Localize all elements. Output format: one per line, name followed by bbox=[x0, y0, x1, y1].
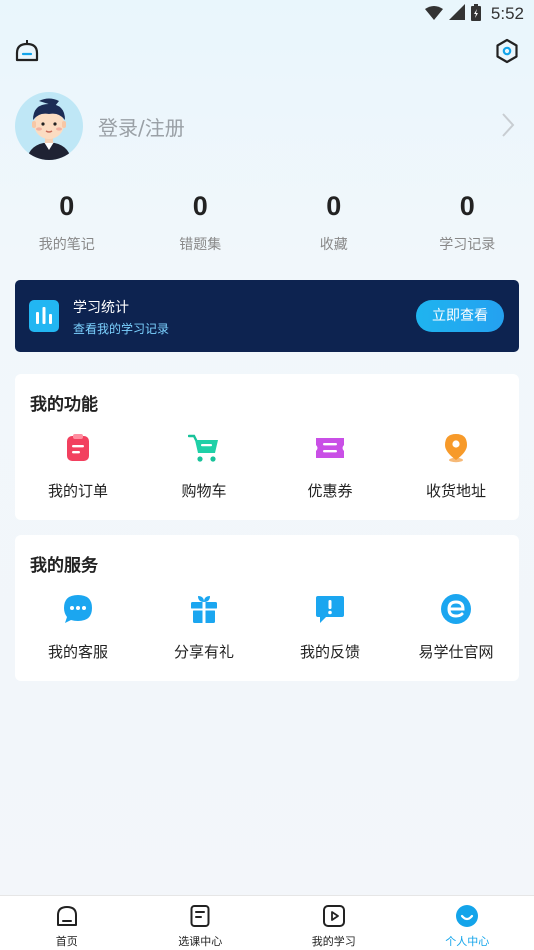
order-icon bbox=[62, 432, 94, 464]
feedback-icon bbox=[314, 593, 346, 625]
login-register-link[interactable]: 登录/注册 bbox=[98, 112, 185, 141]
tab-home[interactable]: 首页 bbox=[0, 896, 134, 950]
home-icon bbox=[55, 904, 79, 928]
gift-icon bbox=[188, 593, 220, 625]
battery-icon bbox=[470, 3, 481, 25]
wifi-icon bbox=[424, 5, 443, 24]
my-services-card: 我的服务 我的客服 分享有礼 我的反馈 易学仕官网 bbox=[15, 535, 519, 681]
status-bar: 5:52 bbox=[0, 0, 534, 28]
top-toolbar bbox=[14, 38, 520, 66]
stat-wrong-questions[interactable]: 0 错题集 bbox=[134, 188, 268, 258]
stat-label: 学习记录 bbox=[439, 237, 496, 253]
stat-label: 我的笔记 bbox=[38, 237, 95, 253]
banner-title: 学习统计 bbox=[73, 300, 129, 316]
tab-label: 首页 bbox=[55, 935, 78, 948]
website-icon bbox=[440, 593, 472, 625]
function-label: 收货地址 bbox=[425, 482, 486, 500]
function-label: 优惠券 bbox=[307, 482, 353, 500]
service-item-feedback[interactable]: 我的反馈 bbox=[267, 591, 393, 671]
stat-value: 0 bbox=[59, 191, 75, 221]
section-title: 我的功能 bbox=[30, 395, 98, 415]
settings-icon[interactable] bbox=[494, 38, 520, 68]
function-grid: 我的订单 购物车 优惠券 收货地址 bbox=[15, 430, 519, 510]
tab-my-learning[interactable]: 我的学习 bbox=[267, 896, 401, 950]
signal-icon bbox=[448, 4, 465, 24]
chevron-right-icon[interactable] bbox=[500, 111, 516, 143]
service-item-share-gift[interactable]: 分享有礼 bbox=[141, 591, 267, 671]
bar-chart-icon bbox=[29, 300, 59, 332]
stat-value: 0 bbox=[192, 191, 208, 221]
tab-label: 个人中心 bbox=[445, 935, 490, 948]
service-label: 分享有礼 bbox=[173, 643, 234, 661]
robot-icon[interactable] bbox=[14, 38, 40, 68]
stat-study-records[interactable]: 0 学习记录 bbox=[401, 188, 534, 258]
function-item-cart[interactable]: 购物车 bbox=[141, 430, 267, 510]
play-icon bbox=[322, 904, 346, 928]
chat-icon bbox=[62, 593, 94, 625]
stat-label: 错题集 bbox=[179, 237, 222, 253]
status-time: 5:52 bbox=[490, 4, 524, 23]
section-title: 我的服务 bbox=[30, 556, 98, 576]
service-label: 我的客服 bbox=[47, 643, 108, 661]
service-label: 我的反馈 bbox=[299, 643, 360, 661]
avatar[interactable] bbox=[15, 92, 83, 160]
coupon-icon bbox=[314, 432, 346, 464]
location-icon bbox=[440, 432, 472, 464]
function-item-address[interactable]: 收货地址 bbox=[393, 430, 519, 510]
function-label: 我的订单 bbox=[47, 482, 108, 500]
tab-course-center[interactable]: 选课中心 bbox=[134, 896, 268, 950]
profile-icon bbox=[455, 904, 479, 928]
study-stats-banner[interactable]: 学习统计 查看我的学习记录 立即查看 bbox=[15, 280, 519, 352]
stat-notes[interactable]: 0 我的笔记 bbox=[0, 188, 134, 258]
bottom-tab-bar: 首页 选课中心 我的学习 个人中心 bbox=[0, 895, 534, 950]
profile-row[interactable]: 登录/注册 bbox=[15, 92, 520, 160]
tab-profile-center[interactable]: 个人中心 bbox=[401, 896, 534, 950]
service-item-customer-service[interactable]: 我的客服 bbox=[15, 591, 141, 671]
banner-subtitle: 查看我的学习记录 bbox=[73, 322, 170, 336]
stat-favorites[interactable]: 0 收藏 bbox=[267, 188, 401, 258]
service-grid: 我的客服 分享有礼 我的反馈 易学仕官网 bbox=[15, 591, 519, 671]
function-item-orders[interactable]: 我的订单 bbox=[15, 430, 141, 510]
tab-label: 选课中心 bbox=[178, 935, 223, 948]
cart-icon bbox=[187, 432, 220, 464]
stat-value: 0 bbox=[459, 191, 475, 221]
view-now-button[interactable]: 立即查看 bbox=[416, 300, 504, 332]
service-label: 易学仕官网 bbox=[418, 643, 494, 661]
tab-label: 我的学习 bbox=[311, 935, 356, 948]
function-label: 购物车 bbox=[181, 482, 227, 500]
service-item-official-site[interactable]: 易学仕官网 bbox=[393, 591, 519, 671]
stats-row: 0 我的笔记 0 错题集 0 收藏 0 学习记录 bbox=[0, 188, 534, 258]
function-item-coupons[interactable]: 优惠券 bbox=[267, 430, 393, 510]
stat-value: 0 bbox=[326, 191, 342, 221]
course-icon bbox=[188, 904, 212, 928]
my-functions-card: 我的功能 我的订单 购物车 优惠券 收货地址 bbox=[15, 374, 519, 520]
stat-label: 收藏 bbox=[319, 237, 348, 253]
